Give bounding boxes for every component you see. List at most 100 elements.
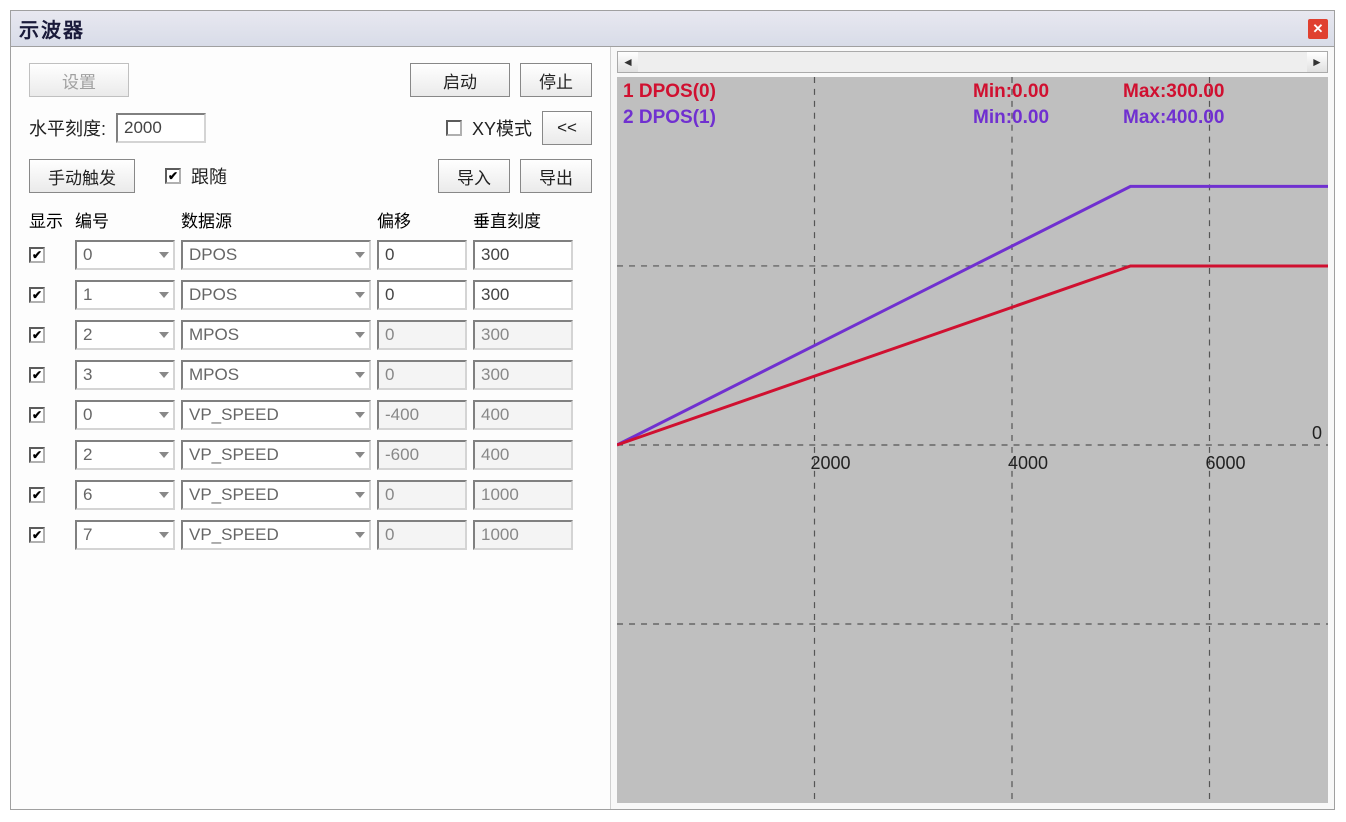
window-title: 示波器 [19, 14, 85, 43]
channel-row: ✔ 0VP_SPEED [29, 400, 592, 430]
col-number-header: 编号 [75, 207, 175, 232]
x-tick-label: 2000 [810, 453, 850, 474]
channel-row: ✔ 3MPOS [29, 360, 592, 390]
channels-list: ✔0DPOS✔1DPOS✔2MPOS✔3MPOS✔0VP_SPEED✔2VP_S… [29, 240, 592, 550]
settings-button[interactable]: 设置 [29, 63, 129, 97]
channel-source-combo[interactable]: MPOS [181, 360, 371, 390]
channel-offset-input[interactable] [377, 280, 467, 310]
channel-vscale-input[interactable] [473, 280, 573, 310]
chevron-down-icon [159, 372, 169, 378]
channel-source-combo[interactable]: VP_SPEED [181, 480, 371, 510]
col-source-header: 数据源 [181, 207, 371, 232]
channel-vscale-input[interactable] [473, 320, 573, 350]
channel-number-combo[interactable]: 7 [75, 520, 175, 550]
chevron-down-icon [355, 532, 365, 538]
control-panel: 设置 启动 停止 水平刻度: XY模式 << 手动触发 ✔ 跟随 导入 [11, 47, 611, 809]
chevron-down-icon [159, 492, 169, 498]
channel-row: ✔ 6VP_SPEED [29, 480, 592, 510]
channel-show-checkbox[interactable]: ✔ [29, 407, 45, 423]
channel-source-combo[interactable]: DPOS [181, 280, 371, 310]
channel-columns-header: 显示 编号 数据源 偏移 垂直刻度 [29, 207, 592, 232]
channel-offset-input[interactable] [377, 440, 467, 470]
collapse-button[interactable]: << [542, 111, 592, 145]
scroll-left-icon[interactable]: ◄ [618, 52, 638, 72]
channel-show-checkbox[interactable]: ✔ [29, 327, 45, 343]
channel-row: ✔ 0DPOS [29, 240, 592, 270]
channel-vscale-input[interactable] [473, 240, 573, 270]
scroll-right-icon[interactable]: ► [1307, 52, 1327, 72]
channel-number-combo[interactable]: 2 [75, 440, 175, 470]
channel-show-checkbox[interactable]: ✔ [29, 247, 45, 263]
channel-number-combo[interactable]: 1 [75, 280, 175, 310]
channel-show-checkbox[interactable]: ✔ [29, 367, 45, 383]
follow-label: 跟随 [191, 163, 227, 189]
hscale-label: 水平刻度: [29, 115, 106, 141]
channel-show-checkbox[interactable]: ✔ [29, 487, 45, 503]
channel-vscale-input[interactable] [473, 360, 573, 390]
xy-mode-checkbox[interactable] [446, 120, 462, 136]
channel-source-combo[interactable]: MPOS [181, 320, 371, 350]
channel-row: ✔ 1DPOS [29, 280, 592, 310]
col-vscale-header: 垂直刻度 [473, 207, 573, 232]
col-show-header: 显示 [29, 207, 69, 232]
plot-area[interactable]: 1 DPOS(0) Min:0.00 Max:300.00 2 DPOS(1) … [617, 77, 1328, 803]
manual-trigger-button[interactable]: 手动触发 [29, 159, 135, 193]
chevron-down-icon [355, 332, 365, 338]
oscilloscope-window: 示波器 ✕ 设置 启动 停止 水平刻度: XY模式 << 手动触发 [10, 10, 1335, 810]
channel-source-combo[interactable]: DPOS [181, 240, 371, 270]
chevron-down-icon [355, 252, 365, 258]
channel-vscale-input[interactable] [473, 480, 573, 510]
channel-offset-input[interactable] [377, 400, 467, 430]
chevron-down-icon [355, 292, 365, 298]
scroll-track[interactable] [638, 52, 1307, 72]
channel-number-combo[interactable]: 0 [75, 240, 175, 270]
chevron-down-icon [159, 292, 169, 298]
channel-number-combo[interactable]: 3 [75, 360, 175, 390]
channel-number-combo[interactable]: 2 [75, 320, 175, 350]
chevron-down-icon [355, 492, 365, 498]
export-button[interactable]: 导出 [520, 159, 592, 193]
channel-source-combo[interactable]: VP_SPEED [181, 440, 371, 470]
import-button[interactable]: 导入 [438, 159, 510, 193]
channel-offset-input[interactable] [377, 240, 467, 270]
chevron-down-icon [355, 452, 365, 458]
channel-offset-input[interactable] [377, 360, 467, 390]
hscale-input[interactable] [116, 113, 206, 143]
xy-mode-label: XY模式 [472, 115, 532, 141]
channel-offset-input[interactable] [377, 320, 467, 350]
channel-vscale-input[interactable] [473, 400, 573, 430]
x-tick-label: 6000 [1205, 453, 1245, 474]
channel-offset-input[interactable] [377, 520, 467, 550]
channel-offset-input[interactable] [377, 480, 467, 510]
channel-vscale-input[interactable] [473, 440, 573, 470]
plot-panel: ◄ ► 1 DPOS(0) Min:0.00 Max:300.00 2 DPOS… [611, 47, 1334, 809]
chevron-down-icon [159, 252, 169, 258]
horizontal-scrollbar[interactable]: ◄ ► [617, 51, 1328, 73]
titlebar: 示波器 ✕ [11, 11, 1334, 47]
channel-show-checkbox[interactable]: ✔ [29, 287, 45, 303]
channel-number-combo[interactable]: 6 [75, 480, 175, 510]
chevron-down-icon [159, 532, 169, 538]
legend-series-2: 2 DPOS(1) Min:0.00 Max:400.00 [623, 107, 1322, 129]
plot-svg [617, 77, 1328, 803]
channel-show-checkbox[interactable]: ✔ [29, 527, 45, 543]
y-zero-label: 0 [1312, 423, 1322, 444]
channel-row: ✔ 2VP_SPEED [29, 440, 592, 470]
x-tick-label: 4000 [1008, 453, 1048, 474]
col-offset-header: 偏移 [377, 207, 467, 232]
start-button[interactable]: 启动 [410, 63, 510, 97]
channel-source-combo[interactable]: VP_SPEED [181, 400, 371, 430]
chevron-down-icon [159, 412, 169, 418]
channel-source-combo[interactable]: VP_SPEED [181, 520, 371, 550]
follow-checkbox[interactable]: ✔ [165, 168, 181, 184]
channel-show-checkbox[interactable]: ✔ [29, 447, 45, 463]
close-icon[interactable]: ✕ [1308, 19, 1328, 39]
plot-legend: 1 DPOS(0) Min:0.00 Max:300.00 2 DPOS(1) … [623, 81, 1322, 129]
chevron-down-icon [355, 412, 365, 418]
chevron-down-icon [355, 372, 365, 378]
legend-series-1: 1 DPOS(0) Min:0.00 Max:300.00 [623, 81, 1322, 103]
chevron-down-icon [159, 332, 169, 338]
stop-button[interactable]: 停止 [520, 63, 592, 97]
channel-vscale-input[interactable] [473, 520, 573, 550]
channel-number-combo[interactable]: 0 [75, 400, 175, 430]
